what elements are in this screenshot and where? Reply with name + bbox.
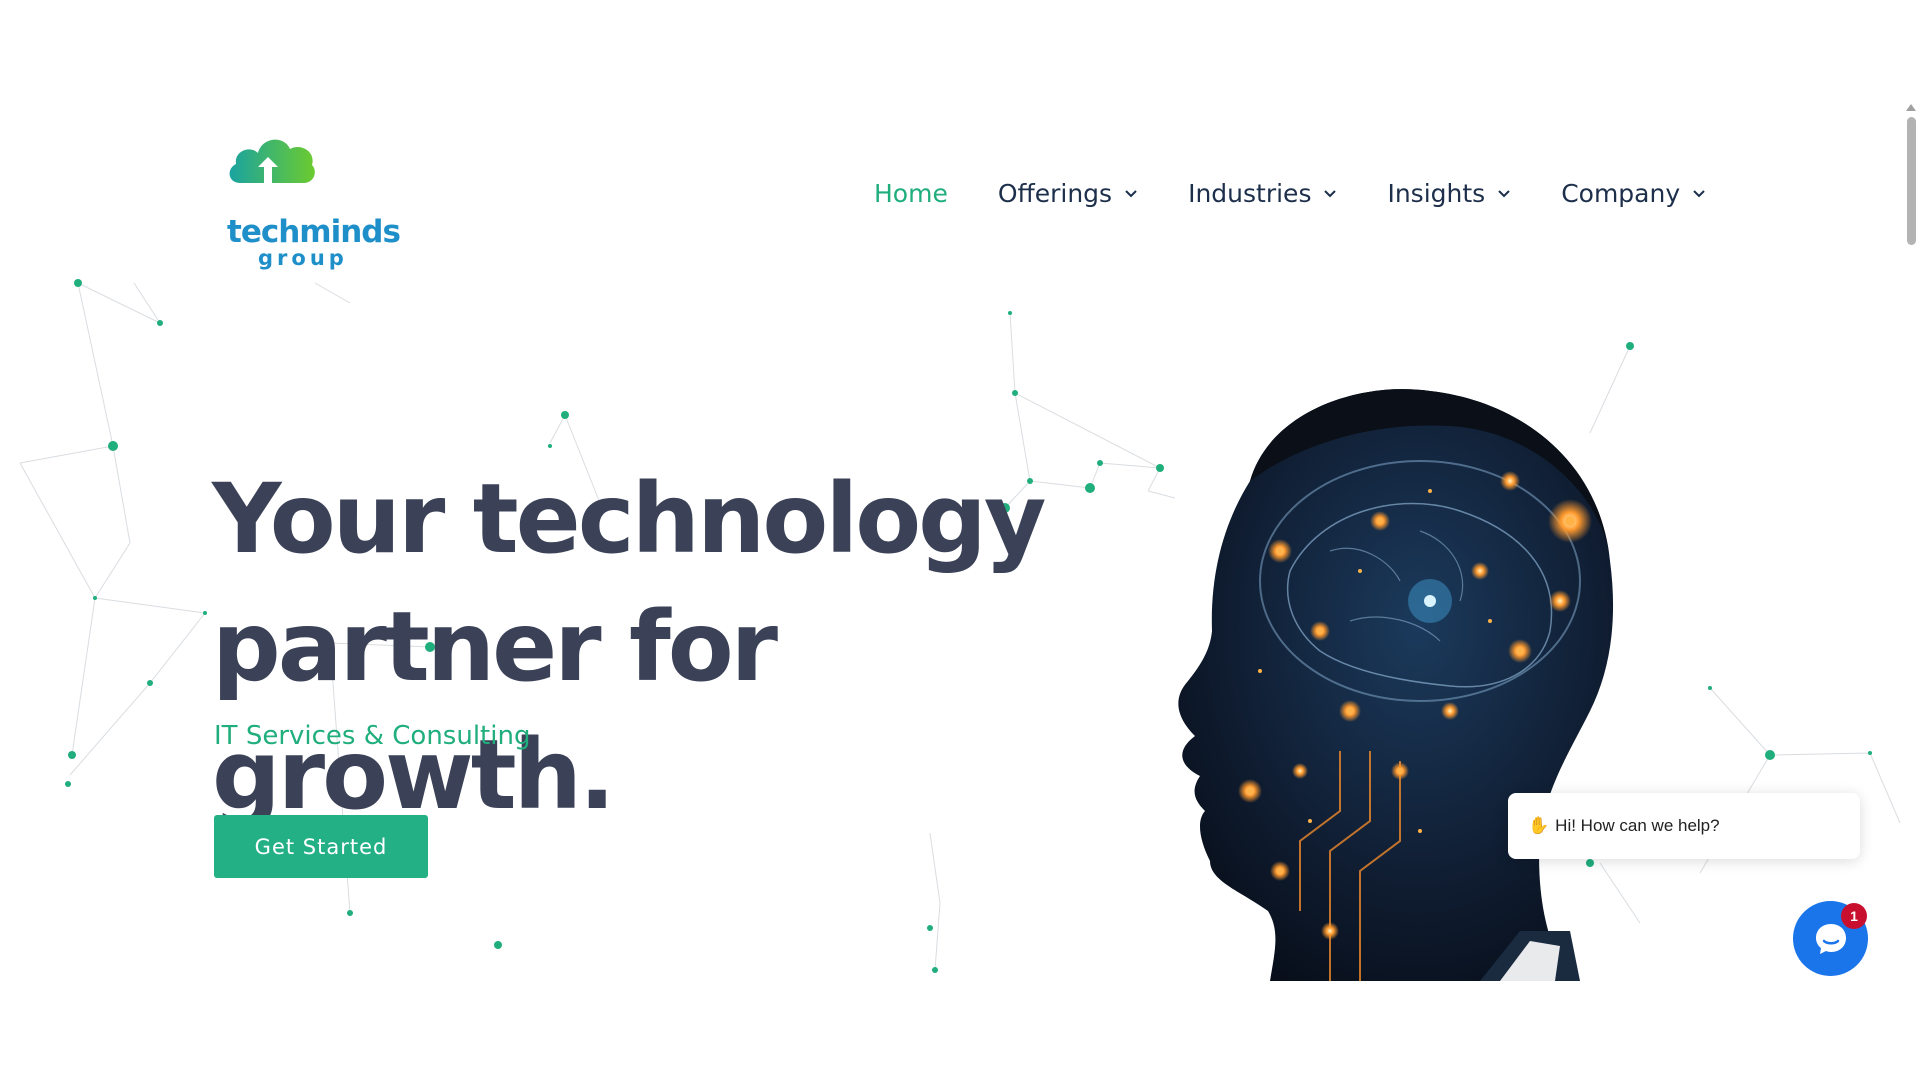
logo-wordmark: techminds xyxy=(227,214,401,250)
chat-icon xyxy=(1815,923,1846,954)
unread-badge: 1 xyxy=(1841,903,1867,929)
scroll-up-arrow-icon[interactable] xyxy=(1906,103,1916,111)
nav-offerings-label: Offerings xyxy=(997,178,1113,208)
chevron-down-icon xyxy=(1498,190,1510,198)
nav-industries[interactable]: Industries xyxy=(1188,179,1337,208)
techminds-logo[interactable]: techminds group xyxy=(222,131,401,269)
main-navigation: Home Offerings Industries Insights Compa… xyxy=(874,173,1756,213)
logo-subtitle: group xyxy=(258,246,348,270)
nav-home-label: Home xyxy=(874,178,948,208)
nav-company[interactable]: Company xyxy=(1561,179,1706,208)
hero-subtitle: IT Services & Consulting xyxy=(214,721,531,751)
chevron-down-icon xyxy=(1125,190,1137,198)
nav-insights-label: Insights xyxy=(1387,178,1486,208)
page-viewport: techminds group Home Offerings Industrie… xyxy=(0,103,1920,981)
nav-insights[interactable]: Insights xyxy=(1387,179,1511,208)
scrollbar-thumb[interactable] xyxy=(1907,117,1916,245)
page-scrollbar[interactable] xyxy=(1902,103,1920,981)
nav-industries-label: Industries xyxy=(1188,178,1312,208)
chat-greeting-text: Hi! How can we help? xyxy=(1555,816,1720,835)
ai-brain-head-image xyxy=(1178,389,1614,981)
hero-title: Your technology partner for growth. xyxy=(212,455,1162,839)
nav-offerings[interactable]: Offerings xyxy=(998,179,1138,208)
get-started-button[interactable]: Get Started xyxy=(214,815,428,878)
hero-title-line-1: Your technology xyxy=(212,463,1046,575)
nav-company-label: Company xyxy=(1561,178,1681,208)
hero-title-line-2: partner for growth. xyxy=(212,591,778,831)
browser-page: techminds group Home Offerings Industrie… xyxy=(0,0,1920,1080)
waving-hand-icon: ✋ xyxy=(1528,816,1550,835)
chevron-down-icon xyxy=(1324,190,1337,198)
chevron-down-icon xyxy=(1693,190,1705,198)
nav-home[interactable]: Home xyxy=(874,179,948,208)
chat-greeting-bubble[interactable]: ✋ Hi! How can we help? xyxy=(1508,793,1860,859)
cloud-upload-logo-icon xyxy=(229,139,315,183)
